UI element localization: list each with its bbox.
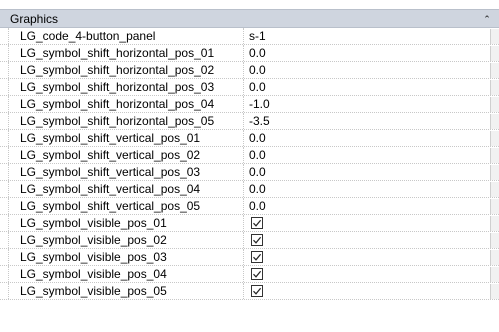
row-edge-button[interactable] [490, 182, 499, 197]
property-value-field[interactable]: 0.0 [245, 130, 489, 146]
row-edge-button[interactable] [490, 46, 499, 61]
property-name: LG_symbol_shift_vertical_pos_02 [8, 147, 244, 163]
property-name: LG_symbol_shift_horizontal_pos_02 [8, 62, 244, 78]
property-value-cell[interactable] [245, 266, 489, 282]
property-value-cell[interactable] [245, 249, 489, 265]
property-row: LG_symbol_shift_vertical_pos_04 0.0 [0, 181, 499, 198]
property-value-field[interactable]: -3.5 [245, 113, 489, 129]
row-edge-button[interactable] [490, 250, 499, 265]
property-value-field[interactable]: 0.0 [245, 164, 489, 180]
row-edge-button[interactable] [490, 63, 499, 78]
property-name: LG_code_4-button_panel [8, 28, 244, 44]
property-row: LG_symbol_visible_pos_04 [0, 266, 499, 283]
property-value-cell[interactable] [245, 232, 489, 248]
property-row: LG_symbol_shift_horizontal_pos_01 0.0 [0, 45, 499, 62]
properties-panel: Graphics ⌃ LG_code_4-button_panel s-1 LG_s… [0, 0, 499, 332]
visible-checkbox[interactable] [251, 268, 263, 280]
property-row: LG_symbol_visible_pos_05 [0, 283, 499, 300]
row-edge-button[interactable] [490, 233, 499, 248]
property-name: LG_symbol_shift_horizontal_pos_05 [8, 113, 244, 129]
row-edge-button[interactable] [490, 284, 499, 299]
visible-checkbox[interactable] [251, 285, 263, 297]
checkmark-icon [253, 253, 262, 261]
row-edge-button[interactable] [490, 216, 499, 231]
property-name: LG_symbol_visible_pos_04 [8, 266, 244, 282]
property-row: LG_symbol_shift_horizontal_pos_02 0.0 [0, 62, 499, 79]
property-row: LG_symbol_shift_vertical_pos_05 0.0 [0, 198, 499, 215]
property-name: LG_symbol_shift_vertical_pos_04 [8, 181, 244, 197]
property-name: LG_symbol_visible_pos_03 [8, 249, 244, 265]
group-title: Graphics [10, 12, 59, 26]
property-value-field[interactable]: 0.0 [245, 198, 489, 214]
property-name: LG_symbol_visible_pos_01 [8, 215, 244, 231]
property-row: LG_symbol_shift_horizontal_pos_03 0.0 [0, 79, 499, 96]
row-edge-button[interactable] [490, 80, 499, 95]
property-value-field[interactable]: 0.0 [245, 147, 489, 163]
property-name: LG_symbol_shift_horizontal_pos_04 [8, 96, 244, 112]
row-edge-button[interactable] [490, 114, 499, 129]
property-value-field[interactable]: 0.0 [245, 45, 489, 61]
property-row: LG_symbol_visible_pos_03 [0, 249, 499, 266]
row-edge-button[interactable] [490, 29, 499, 44]
property-row: LG_symbol_shift_horizontal_pos_04 -1.0 [0, 96, 499, 113]
visible-checkbox[interactable] [251, 217, 263, 229]
property-row: LG_code_4-button_panel s-1 [0, 28, 499, 45]
row-edge-button[interactable] [490, 165, 499, 180]
property-row: LG_symbol_shift_horizontal_pos_05 -3.5 [0, 113, 499, 130]
row-edge-button[interactable] [490, 97, 499, 112]
property-row: LG_symbol_shift_vertical_pos_02 0.0 [0, 147, 499, 164]
double-chevron-up-icon[interactable]: ⌃ [482, 13, 492, 25]
property-rows: LG_code_4-button_panel s-1 LG_symbol_shift… [0, 28, 499, 300]
property-value-field[interactable]: 0.0 [245, 181, 489, 197]
checkmark-icon [253, 236, 262, 244]
checkmark-icon [253, 287, 262, 295]
property-row: LG_symbol_shift_vertical_pos_03 0.0 [0, 164, 499, 181]
property-value-cell[interactable] [245, 215, 489, 231]
property-row: LG_symbol_visible_pos_01 [0, 215, 499, 232]
property-value-field[interactable]: s-1 [245, 28, 489, 44]
property-value-field[interactable]: 0.0 [245, 62, 489, 78]
property-name: LG_symbol_shift_vertical_pos_03 [8, 164, 244, 180]
row-edge-button[interactable] [490, 131, 499, 146]
property-name: LG_symbol_shift_vertical_pos_01 [8, 130, 244, 146]
visible-checkbox[interactable] [251, 251, 263, 263]
checkmark-icon [253, 270, 262, 278]
row-edge-button[interactable] [490, 199, 499, 214]
property-row: LG_symbol_visible_pos_02 [0, 232, 499, 249]
checkmark-icon [253, 219, 262, 227]
property-name: LG_symbol_visible_pos_02 [8, 232, 244, 248]
property-value-field[interactable]: -1.0 [245, 96, 489, 112]
property-row: LG_symbol_shift_vertical_pos_01 0.0 [0, 130, 499, 147]
property-name: LG_symbol_visible_pos_05 [8, 283, 244, 299]
visible-checkbox[interactable] [251, 234, 263, 246]
property-name: LG_symbol_shift_horizontal_pos_03 [8, 79, 244, 95]
property-name: LG_symbol_shift_vertical_pos_05 [8, 198, 244, 214]
property-name: LG_symbol_shift_horizontal_pos_01 [8, 45, 244, 61]
row-edge-button[interactable] [490, 148, 499, 163]
property-value-field[interactable]: 0.0 [245, 79, 489, 95]
row-edge-button[interactable] [490, 267, 499, 282]
property-value-cell[interactable] [245, 283, 489, 299]
group-header-graphics[interactable]: Graphics ⌃ [0, 9, 499, 28]
